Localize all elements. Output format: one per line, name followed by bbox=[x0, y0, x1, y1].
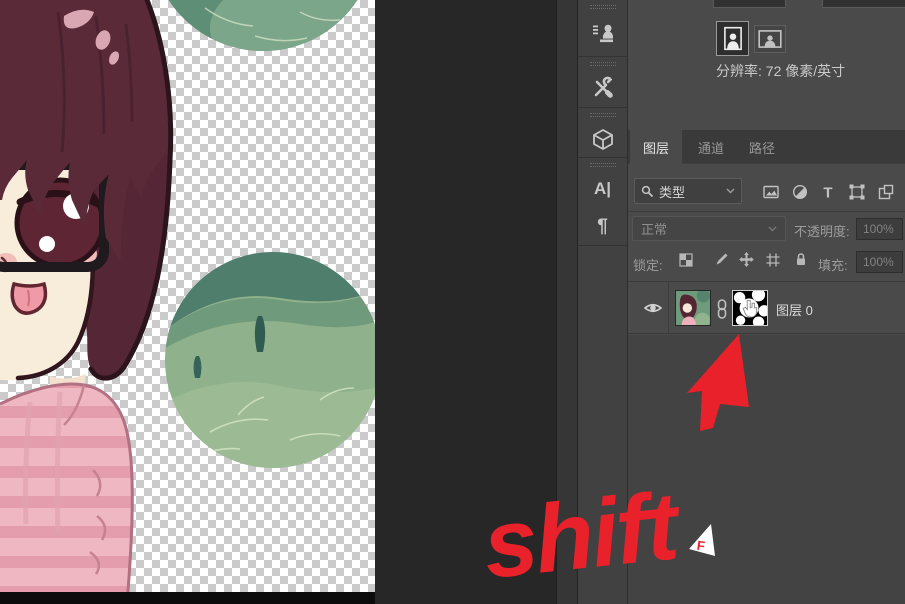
fill-label: 填充: bbox=[818, 258, 848, 273]
clone-stamp-icon bbox=[592, 24, 613, 43]
lock-position-icon[interactable] bbox=[739, 252, 754, 267]
clone-source-panel-button[interactable] bbox=[583, 13, 623, 51]
orientation-landscape-button[interactable] bbox=[754, 25, 786, 53]
lock-transparent-pixels-icon[interactable] bbox=[679, 253, 693, 267]
lock-artboard-icon[interactable] bbox=[766, 253, 780, 267]
3d-panel-button[interactable] bbox=[583, 121, 623, 157]
cropped-input-field[interactable] bbox=[822, 0, 905, 8]
layer-filter-dropdown[interactable]: 类型 bbox=[634, 178, 742, 204]
document-bottom-edge bbox=[0, 592, 375, 604]
panel-grip[interactable] bbox=[589, 62, 616, 66]
landscape-orientation-icon bbox=[758, 30, 782, 48]
tab-paths[interactable]: 路径 bbox=[738, 130, 786, 164]
blend-mode-value: 正常 bbox=[641, 222, 668, 237]
fill-value-field[interactable]: 100% bbox=[856, 251, 903, 273]
character-panel-icon: A| bbox=[593, 179, 612, 199]
photoshop-window: A| ¶ 分辨率: 72 像素/英寸 图层 通道 路径 类型 T 正常 不透明度… bbox=[0, 0, 905, 604]
dock-group-text: A| ¶ bbox=[578, 158, 627, 246]
pasteboard bbox=[375, 0, 556, 604]
character-panel-button[interactable]: A| bbox=[583, 171, 623, 208]
dock-group-3d bbox=[578, 108, 627, 158]
artwork bbox=[0, 0, 381, 604]
filter-adjustment-layers-icon[interactable] bbox=[792, 184, 808, 200]
filter-type-layers-icon[interactable]: T bbox=[820, 184, 836, 201]
green-circle-middle bbox=[165, 252, 381, 468]
divider bbox=[668, 282, 669, 334]
blend-mode-dropdown[interactable]: 正常 bbox=[632, 216, 786, 241]
chevron-down-icon bbox=[768, 225, 777, 232]
filter-shape-layers-icon[interactable] bbox=[849, 184, 865, 200]
tab-layers[interactable]: 图层 bbox=[630, 130, 682, 164]
divider bbox=[628, 211, 905, 212]
dock-group-clone-source bbox=[578, 0, 627, 57]
filter-type-label: 类型 bbox=[659, 184, 686, 200]
dock-group-tool-presets bbox=[578, 57, 627, 108]
3d-cube-icon bbox=[592, 129, 613, 150]
layers-panel-empty-area[interactable] bbox=[628, 335, 905, 604]
panel-grip[interactable] bbox=[589, 163, 616, 167]
panel-grip[interactable] bbox=[589, 5, 616, 9]
lock-all-icon[interactable] bbox=[794, 252, 808, 266]
tab-channels[interactable]: 通道 bbox=[686, 130, 736, 164]
layer-mask-thumbnail[interactable] bbox=[732, 290, 768, 326]
lock-image-pixels-icon[interactable] bbox=[714, 253, 728, 267]
panel-column: 分辨率: 72 像素/英寸 图层 通道 路径 类型 T 正常 不透明度: 100… bbox=[628, 0, 905, 604]
collapsed-panel-dock: A| ¶ bbox=[578, 0, 628, 604]
layer-thumbnail[interactable] bbox=[675, 290, 711, 326]
orientation-portrait-button[interactable] bbox=[716, 21, 749, 56]
search-icon bbox=[641, 185, 654, 197]
layer-name[interactable]: 图层 0 bbox=[776, 300, 813, 319]
layer-mask-link-icon[interactable] bbox=[716, 299, 728, 319]
opacity-value-field[interactable]: 100% bbox=[856, 218, 903, 240]
svg-text:T: T bbox=[823, 185, 832, 201]
green-circle-top bbox=[150, 0, 376, 51]
panel-grip[interactable] bbox=[589, 113, 616, 117]
document-canvas[interactable] bbox=[0, 0, 381, 604]
layer-row[interactable]: 图层 0 bbox=[628, 282, 905, 334]
chevron-down-icon bbox=[726, 188, 735, 194]
cropped-input-field[interactable] bbox=[713, 0, 786, 8]
layer-visibility-eye-icon[interactable] bbox=[643, 301, 663, 315]
tool-presets-panel-button[interactable] bbox=[583, 70, 623, 107]
tool-presets-icon bbox=[594, 77, 613, 99]
portrait-orientation-icon bbox=[723, 26, 742, 51]
paragraph-panel-button[interactable]: ¶ bbox=[583, 208, 623, 245]
filter-smart-objects-icon[interactable] bbox=[878, 184, 894, 200]
opacity-label: 不透明度: bbox=[794, 224, 850, 239]
panel-tabbar: 图层 通道 路径 bbox=[628, 130, 905, 164]
girl-illustration bbox=[0, 0, 174, 604]
resolution-label: 分辨率: 72 像素/英寸 bbox=[716, 63, 846, 79]
lock-label: 锁定: bbox=[633, 258, 663, 273]
filter-pixel-layers-icon[interactable] bbox=[763, 184, 779, 200]
paragraph-panel-icon: ¶ bbox=[597, 215, 608, 237]
panel-dock-edge[interactable] bbox=[556, 0, 578, 604]
